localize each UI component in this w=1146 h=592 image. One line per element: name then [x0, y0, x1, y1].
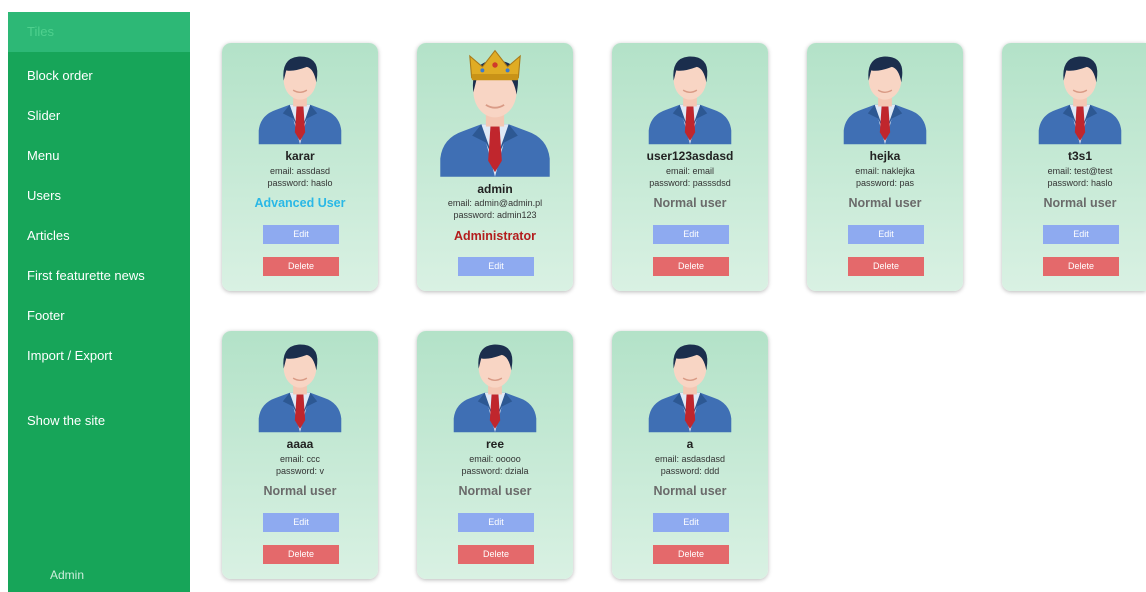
edit-button[interactable]: Edit: [848, 225, 924, 244]
admin-footer-label: Admin: [50, 568, 85, 582]
user-email: email: asdasdasd: [654, 454, 726, 464]
user-email: email: admin@admin.pl: [447, 198, 543, 208]
sidebar-item-import-export[interactable]: Import / Export: [27, 348, 112, 363]
edit-button[interactable]: Edit: [1043, 225, 1119, 244]
user-card: hejka email: naklejka password: pas Norm…: [807, 43, 963, 291]
user-password: password: haslo: [1047, 178, 1113, 188]
sidebar-item-menu[interactable]: Menu: [27, 148, 60, 163]
user-password: password: ddd: [660, 466, 720, 476]
user-card: ree email: ooooo password: dziala Normal…: [417, 331, 573, 579]
user-name: admin: [477, 182, 513, 196]
sidebar: Tiles Block order Slider Menu Users Arti…: [8, 12, 190, 592]
user-role: Normal user: [458, 484, 532, 498]
user-card: a email: asdasdasd password: ddd Normal …: [612, 331, 768, 579]
user-name: ree: [485, 437, 505, 451]
edit-button[interactable]: Edit: [263, 513, 339, 532]
user-card: karar email: assdasd password: haslo Adv…: [222, 43, 378, 291]
delete-button[interactable]: Delete: [653, 545, 729, 564]
user-name: karar: [285, 149, 315, 163]
user-avatar-icon: [647, 49, 733, 145]
sidebar-item-articles[interactable]: Articles: [27, 228, 70, 243]
user-avatar-icon: [842, 49, 928, 145]
delete-button[interactable]: Delete: [458, 545, 534, 564]
user-password: password: haslo: [267, 178, 333, 188]
user-avatar-icon: [257, 337, 343, 433]
crown-icon: [467, 47, 523, 83]
user-name: hejka: [869, 149, 901, 163]
user-name: user123asdasd: [646, 149, 734, 163]
edit-button[interactable]: Edit: [653, 513, 729, 532]
edit-button[interactable]: Edit: [458, 257, 534, 276]
sidebar-item-tiles[interactable]: Tiles: [8, 12, 190, 52]
delete-button[interactable]: Delete: [848, 257, 924, 276]
user-email: email: ooooo: [469, 454, 521, 464]
user-role: Administrator: [454, 229, 536, 243]
user-name: a: [686, 437, 694, 451]
user-role: Normal user: [653, 484, 727, 498]
sidebar-item-first-featurette-news[interactable]: First featurette news: [27, 268, 145, 283]
user-password: password: dziala: [461, 466, 529, 476]
user-role: Normal user: [263, 484, 337, 498]
user-card: t3s1 email: test@test password: haslo No…: [1002, 43, 1146, 291]
user-avatar-icon: [1037, 49, 1123, 145]
user-role: Normal user: [1043, 196, 1117, 210]
user-email: email: naklejka: [855, 166, 915, 176]
user-card: aaaa email: ccc password: v Normal user …: [222, 331, 378, 579]
edit-button[interactable]: Edit: [458, 513, 534, 532]
user-avatar-icon: [257, 49, 343, 145]
user-role: Advanced User: [254, 196, 346, 210]
sidebar-item-footer[interactable]: Footer: [27, 308, 65, 323]
user-email: email: assdasd: [269, 166, 331, 176]
sidebar-item-users[interactable]: Users: [27, 188, 61, 203]
user-password: password: admin123: [453, 210, 537, 220]
delete-button[interactable]: Delete: [1043, 257, 1119, 276]
user-role: Normal user: [653, 196, 727, 210]
user-role: Normal user: [848, 196, 922, 210]
delete-button[interactable]: Delete: [263, 257, 339, 276]
user-card: admin email: admin@admin.pl password: ad…: [417, 43, 573, 291]
sidebar-item-slider[interactable]: Slider: [27, 108, 60, 123]
user-avatar-icon: [452, 337, 538, 433]
user-password: password: pas: [855, 178, 915, 188]
user-avatar-icon: [647, 337, 733, 433]
user-email: email: ccc: [279, 454, 320, 464]
sidebar-item-show-the-site[interactable]: Show the site: [27, 413, 105, 428]
user-email: email: email: [665, 166, 714, 176]
delete-button[interactable]: Delete: [653, 257, 729, 276]
edit-button[interactable]: Edit: [263, 225, 339, 244]
sidebar-item-block-order[interactable]: Block order: [27, 68, 93, 83]
user-name: aaaa: [286, 437, 314, 451]
user-name: t3s1: [1067, 149, 1093, 163]
user-card: user123asdasd email: email password: pas…: [612, 43, 768, 291]
edit-button[interactable]: Edit: [653, 225, 729, 244]
user-password: password: v: [275, 466, 325, 476]
delete-button[interactable]: Delete: [263, 545, 339, 564]
user-email: email: test@test: [1047, 166, 1113, 176]
user-password: password: passsdsd: [649, 178, 731, 188]
